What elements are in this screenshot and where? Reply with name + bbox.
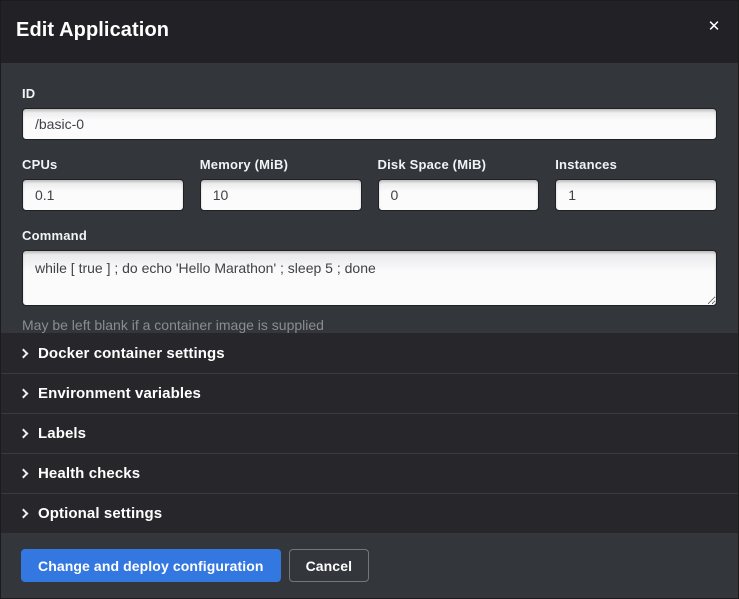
section-health-checks[interactable]: Health checks xyxy=(1,453,738,493)
section-label: Optional settings xyxy=(38,505,162,522)
change-and-deploy-button[interactable]: Change and deploy configuration xyxy=(21,549,281,582)
cancel-button[interactable]: Cancel xyxy=(289,549,370,582)
section-label: Environment variables xyxy=(38,385,201,402)
section-labels[interactable]: Labels xyxy=(1,413,738,453)
section-docker-container-settings[interactable]: Docker container settings xyxy=(1,333,738,373)
memory-label: Memory (MiB) xyxy=(200,157,362,172)
memory-input[interactable] xyxy=(200,179,362,211)
section-label: Labels xyxy=(38,425,86,442)
close-icon[interactable]: ✕ xyxy=(704,16,724,36)
chevron-right-icon xyxy=(19,469,29,479)
chevron-right-icon xyxy=(19,389,29,399)
modal-footer: Change and deploy configuration Cancel xyxy=(1,533,738,598)
section-label: Health checks xyxy=(38,465,140,482)
command-help-text: May be left blank if a container image i… xyxy=(22,317,717,333)
application-form: ID CPUs Memory (MiB) Disk Space (MiB) In… xyxy=(1,63,738,333)
id-field-group: ID xyxy=(22,86,717,140)
cpus-field-group: CPUs xyxy=(22,157,184,211)
modal-header: Edit Application ✕ xyxy=(1,1,738,63)
cpus-label: CPUs xyxy=(22,157,184,172)
instances-field-group: Instances xyxy=(555,157,717,211)
id-label: ID xyxy=(22,86,717,101)
id-input[interactable] xyxy=(22,108,717,140)
collapsible-sections: Docker container settings Environment va… xyxy=(1,333,738,533)
edit-application-modal: Edit Application ✕ ID CPUs Memory (MiB) … xyxy=(0,0,739,599)
chevron-right-icon xyxy=(19,429,29,439)
command-textarea[interactable]: while [ true ] ; do echo 'Hello Marathon… xyxy=(22,250,717,306)
command-label: Command xyxy=(22,228,717,243)
section-label: Docker container settings xyxy=(38,345,225,362)
disk-label: Disk Space (MiB) xyxy=(378,157,540,172)
cpus-input[interactable] xyxy=(22,179,184,211)
chevron-right-icon xyxy=(19,509,29,519)
disk-input[interactable] xyxy=(378,179,540,211)
command-field-group: Command while [ true ] ; do echo 'Hello … xyxy=(22,228,717,333)
instances-label: Instances xyxy=(555,157,717,172)
disk-field-group: Disk Space (MiB) xyxy=(378,157,540,211)
chevron-right-icon xyxy=(19,348,29,358)
section-optional-settings[interactable]: Optional settings xyxy=(1,493,738,533)
memory-field-group: Memory (MiB) xyxy=(200,157,362,211)
modal-title: Edit Application xyxy=(16,19,722,42)
section-environment-variables[interactable]: Environment variables xyxy=(1,373,738,413)
resources-row: CPUs Memory (MiB) Disk Space (MiB) Insta… xyxy=(22,157,717,211)
instances-input[interactable] xyxy=(555,179,717,211)
